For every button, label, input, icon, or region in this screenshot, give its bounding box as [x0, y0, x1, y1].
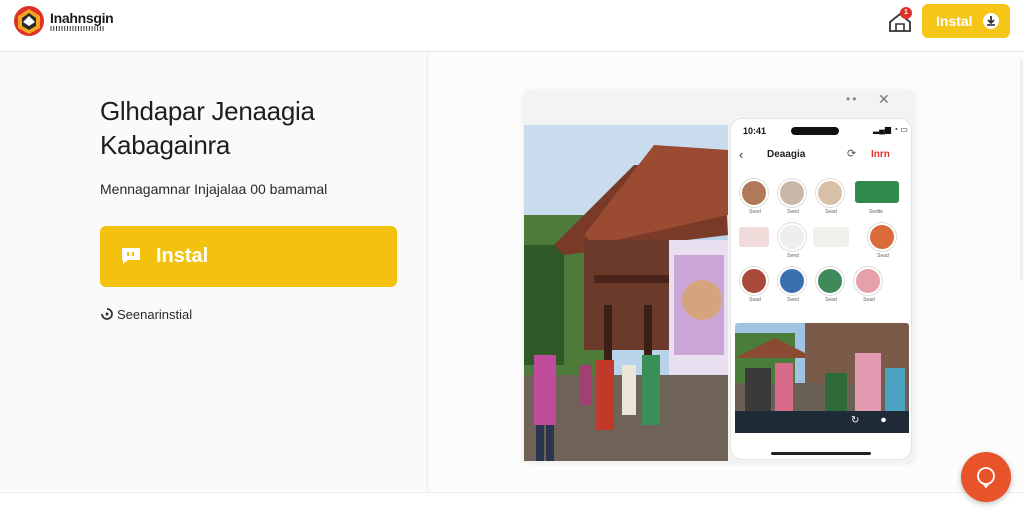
header-install-button[interactable]: Instal: [922, 4, 1010, 38]
hero-headline: Glhdapar Jenaagia Kabagainra: [100, 94, 420, 162]
header-install-label: Instal: [936, 13, 973, 29]
grid-item-label: Sead: [863, 297, 875, 303]
grid-item[interactable]: [735, 223, 775, 263]
phone-app-title: Deaagia: [767, 149, 806, 160]
grid-item[interactable]: [811, 223, 851, 263]
top-bar: Inahnsgin IIIIIIIIIIIIIIIIIIII 1 Instal: [0, 0, 1024, 52]
brand-logo-icon[interactable]: [12, 4, 46, 38]
more-icon[interactable]: ••: [846, 92, 858, 106]
avatar: [778, 179, 806, 207]
phone-status-icons: ▂▄▆ ◔ ▭: [873, 125, 908, 134]
phone-notch: [791, 127, 839, 135]
avatar: [868, 223, 896, 251]
chat-bubble-icon: [977, 467, 995, 488]
grid-item[interactable]: Seed: [735, 179, 775, 219]
phone-time: 10:41: [743, 126, 767, 136]
grid-item[interactable]: Seed: [773, 267, 813, 307]
record-icon[interactable]: ⏺: [881, 415, 886, 426]
grid-item-label: Sedite: [868, 209, 884, 215]
grid-item[interactable]: Sead: [863, 223, 903, 263]
grid-item[interactable]: Sead: [849, 267, 889, 307]
chat-fab-button[interactable]: [961, 452, 1011, 502]
logo-subtitle: IIIIIIIIIIIIIIIIIIII: [50, 26, 105, 33]
refresh-icon[interactable]: ⟳: [847, 147, 856, 160]
grid-item[interactable]: Seed: [773, 223, 813, 263]
grid-item[interactable]: Sedite: [851, 179, 901, 219]
headline-line-1: Glhdapar Jenaagia: [100, 96, 315, 126]
grid-item-label: Sead: [825, 297, 837, 303]
grid-item[interactable]: Sead: [811, 179, 851, 219]
bottom-strip: [0, 492, 1024, 512]
loading-icon: [101, 308, 113, 320]
avatar: [816, 179, 844, 207]
grid-item-label: Sead: [825, 209, 837, 215]
avatar: [778, 267, 806, 295]
headline-line-2: Kabagainra: [100, 130, 230, 160]
download-icon: [983, 13, 999, 29]
grid-item-label: Seed: [787, 297, 799, 303]
avatar: [740, 179, 768, 207]
green-badge: [855, 181, 899, 203]
install-cta-button[interactable]: Instal: [100, 226, 397, 287]
refresh-icon[interactable]: ↻: [851, 415, 859, 426]
notification-badge: 1: [900, 7, 912, 19]
grid-item-label: Seed: [787, 209, 799, 215]
grid-item[interactable]: Seed: [773, 179, 813, 219]
grid-item-label: Sead: [877, 253, 889, 259]
secondary-install-label: Seenarinstial: [117, 307, 193, 322]
grid-item[interactable]: Sead: [811, 267, 851, 307]
avatar: [816, 267, 844, 295]
avatar: [854, 267, 882, 295]
avatar: [778, 223, 806, 251]
grid-item-label: Sead: [749, 297, 761, 303]
scrollbar[interactable]: [1020, 60, 1023, 280]
grid-item-label: Seed: [787, 253, 799, 259]
card-thumbnail: [739, 227, 769, 247]
card-thumbnail: [813, 227, 849, 247]
avatar: [740, 267, 768, 295]
install-cta-label: Instal: [156, 245, 209, 267]
close-icon[interactable]: ✕: [878, 91, 890, 108]
phone-brand-label: Inrn: [871, 149, 890, 160]
back-icon[interactable]: ‹: [739, 147, 743, 162]
chat-icon: [122, 248, 140, 264]
hero-subtitle: Mennagamnar Injajalaa 00 bamamal: [100, 181, 328, 197]
phone-mockup: 10:41 ▂▄▆ ◔ ▭ ‹ Deaagia ⟳ Inrn Seed Seed…: [730, 118, 912, 460]
logo-name: Inahnsgin: [50, 10, 114, 26]
home-indicator: [771, 452, 871, 455]
grid-item-label: Seed: [749, 209, 761, 215]
grid-item[interactable]: Sead: [735, 267, 775, 307]
preview-photo: [524, 125, 728, 461]
